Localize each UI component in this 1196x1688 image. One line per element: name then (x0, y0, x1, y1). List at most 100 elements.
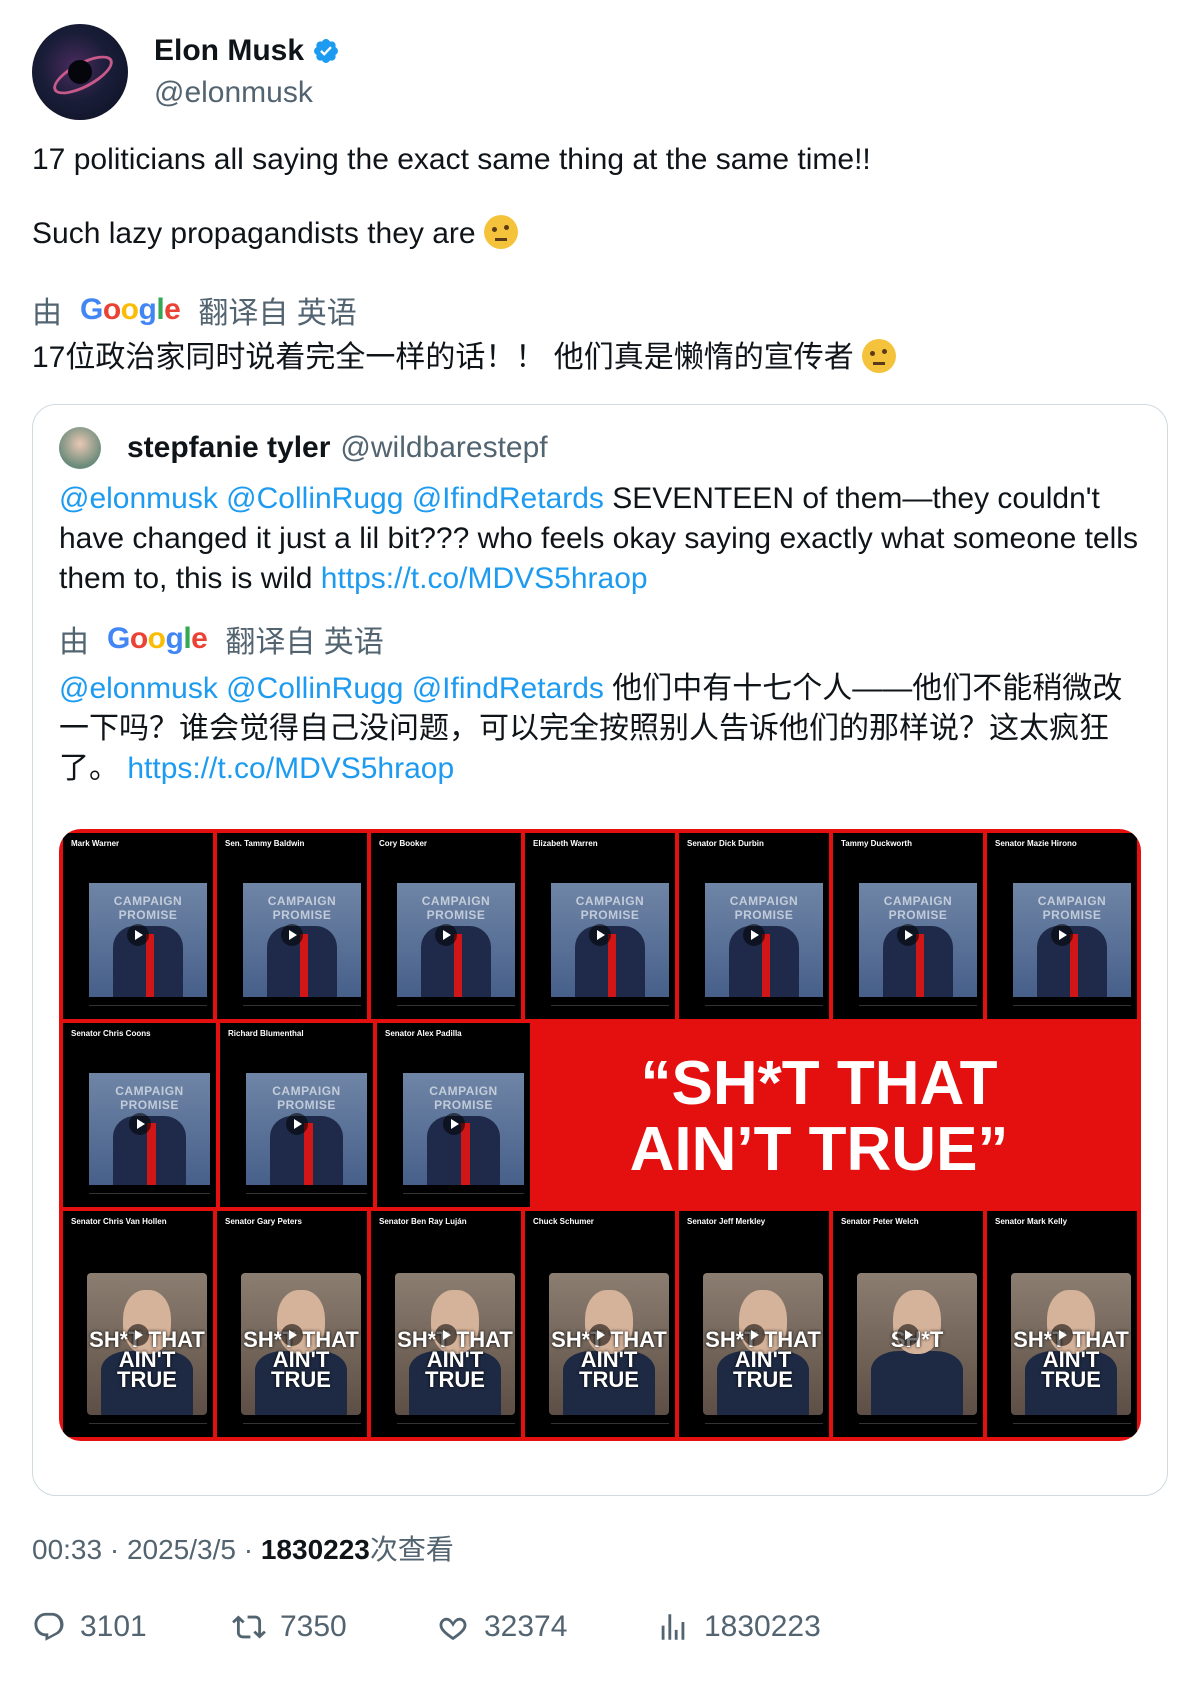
media-panel-photo: SH*T THAT AIN'T TRUE (549, 1273, 669, 1415)
translate-attribution: 由 Google 翻译自 英语 (32, 288, 357, 332)
media-panel: Tammy Duckworth CAMPAIGN PROMISE (833, 833, 983, 1019)
media-panel-photo: SH*T THAT AIN'T TRUE (395, 1273, 515, 1415)
quoted-handle: @wildbarestepf (340, 431, 548, 464)
author-handle[interactable]: @elonmusk (154, 76, 340, 110)
media-panel: Senator Dick Durbin CAMPAIGN PROMISE (679, 833, 829, 1019)
media-panel-actions (89, 1005, 207, 1014)
analytics-icon (661, 1614, 685, 1640)
media-headline-line-2: AIN’T TRUE” (629, 1115, 1009, 1184)
quoted-translation: @elonmusk @CollinRugg @IfindRetards 他们中有… (59, 669, 1149, 789)
media-panel-actions (403, 1193, 524, 1202)
media-panel-stamp: CAMPAIGN PROMISE (421, 894, 491, 923)
media-panel: Senator Jeff Merkley SH*T THAT AIN'T TRUE (679, 1211, 829, 1437)
view-count-action: 1830223 (704, 1610, 821, 1643)
translated-by-label: 由 (32, 297, 62, 330)
media-panel-photo: SH*T THAT AIN'T TRUE (87, 1273, 207, 1415)
media-panel-author: Senator Gary Peters (225, 1217, 302, 1226)
media-panel: Senator Peter Welch SH*T (833, 1211, 983, 1437)
reply-button[interactable]: 3101 (32, 1610, 147, 1644)
post-translation: 17位政治家同时说着完全一样的话！！ 他们真是懒惰的宣传者 (32, 338, 897, 378)
media-panel-author: Senator Chris Coons (71, 1029, 151, 1038)
post-time[interactable]: 00:33 (32, 1534, 102, 1565)
media-panel-author: Sen. Tammy Baldwin (225, 839, 305, 848)
media-panel: Senator Mark Kelly SH*T THAT AIN'T TRUE (987, 1211, 1137, 1437)
post-text: 17 politicians all saying the exact same… (32, 140, 1162, 254)
media-panel: Senator Gary Peters SH*T THAT AIN'T TRUE (217, 1211, 367, 1437)
repost-button[interactable]: 7350 (232, 1610, 347, 1644)
media-headline: “SH*T THAT AIN’T TRUE” (539, 1051, 1099, 1183)
quoted-post[interactable]: stepfanie tyler @wildbarestepf @elonmusk… (32, 404, 1168, 1496)
media-panel: Elizabeth Warren CAMPAIGN PROMISE (525, 833, 675, 1019)
media-panel-actions (246, 1193, 367, 1202)
quoted-mentions[interactable]: @elonmusk @CollinRugg @IfindRetards (59, 482, 604, 515)
media-panel-author: Senator Dick Durbin (687, 839, 764, 848)
media-panel: Chuck Schumer SH*T THAT AIN'T TRUE (525, 1211, 675, 1437)
media-panel-actions (705, 1423, 823, 1432)
media-panel-stamp: CAMPAIGN PROMISE (729, 894, 799, 923)
media-panel-photo: CAMPAIGN PROMISE (705, 883, 823, 997)
post-translation-text: 17位政治家同时说着完全一样的话！！ 他们真是懒惰的宣传者 (32, 341, 854, 374)
view-count-label: 次查看 (369, 1534, 454, 1565)
media-panel-actions (397, 1005, 515, 1014)
raised-eyebrow-emoji-icon (862, 339, 897, 373)
post-line-2-row: Such lazy propagandists they are (32, 214, 1162, 254)
media-panel-author: Senator Ben Ray Luján (379, 1217, 467, 1226)
media-panel-actions (89, 1423, 207, 1432)
media-panel-author: Senator Mark Kelly (995, 1217, 1068, 1226)
post-line-2: Such lazy propagandists they are (32, 217, 476, 250)
media-headline-line-1: “SH*T THAT (640, 1049, 998, 1118)
media-panel-author: Tammy Duckworth (841, 839, 912, 848)
post-date[interactable]: 2025/3/5 (127, 1534, 236, 1565)
translated-from-label: 翻译自 英语 (198, 297, 357, 330)
quoted-text: @elonmusk @CollinRugg @IfindRetards SEVE… (59, 479, 1149, 599)
media-panel-author: Senator Mazie Hirono (995, 839, 1077, 848)
views-button[interactable]: 1830223 (656, 1610, 821, 1644)
author-name[interactable]: Elon Musk (154, 34, 304, 68)
media-panel-actions (1013, 1005, 1131, 1014)
media-panel-author: Chuck Schumer (533, 1217, 594, 1226)
post-meta: 00:33 · 2025/3/5 · 1830223次查看 (32, 1528, 454, 1568)
media-panel-actions (243, 1005, 361, 1014)
quoted-translation-mentions[interactable]: @elonmusk @CollinRugg @IfindRetards (59, 672, 604, 705)
heart-icon (439, 1617, 467, 1641)
media-panel-photo: SH*T THAT AIN'T TRUE (703, 1273, 823, 1415)
like-button[interactable]: 32374 (436, 1610, 567, 1644)
media-panel-author: Senator Alex Padilla (385, 1029, 462, 1038)
post-author: Elon Musk @elonmusk (32, 24, 340, 120)
media-panel-actions (551, 1005, 669, 1014)
meta-separator: · (102, 1534, 127, 1565)
quoted-link[interactable]: https://t.co/MDVS5hraop (321, 562, 648, 595)
repost-count: 7350 (280, 1610, 347, 1643)
media-panel: Mark Warner CAMPAIGN PROMISE (63, 833, 213, 1019)
google-logo-icon: Google (80, 293, 181, 326)
media-panel-photo: CAMPAIGN PROMISE (397, 883, 515, 997)
media-panel-author: Richard Blumenthal (228, 1029, 304, 1038)
verified-badge-icon (314, 39, 338, 63)
media-panel-stamp: CAMPAIGN PROMISE (575, 894, 645, 923)
media-panel-author: Cory Booker (379, 839, 428, 848)
media-panel-photo: SH*T (857, 1273, 977, 1415)
media-panel-photo: CAMPAIGN PROMISE (551, 883, 669, 997)
reply-count: 3101 (80, 1610, 147, 1643)
quoted-name: stepfanie tyler (127, 431, 331, 464)
quoted-translation-link[interactable]: https://t.co/MDVS5hraop (127, 752, 454, 785)
media-panel-stamp: CAMPAIGN PROMISE (115, 1084, 184, 1113)
media-panel-actions (551, 1423, 669, 1432)
quoted-avatar (59, 427, 101, 469)
media-panel-author: Senator Chris Van Hollen (71, 1217, 167, 1226)
media-panel: Senator Ben Ray Luján SH*T THAT AIN'T TRU… (371, 1211, 521, 1437)
post-line-1: 17 politicians all saying the exact same… (32, 143, 871, 176)
media-panel-author: Elizabeth Warren (533, 839, 598, 848)
play-icon (442, 1113, 465, 1136)
media-panel-photo: CAMPAIGN PROMISE (89, 883, 207, 997)
play-icon (285, 1113, 308, 1136)
media-panel-actions (705, 1005, 823, 1014)
media-panel-stamp: CAMPAIGN PROMISE (883, 894, 953, 923)
quoted-media-image[interactable]: Mark Warner CAMPAIGN PROMISE Sen. Tammy Ba… (59, 829, 1141, 1441)
media-panel: Senator Mazie Hirono CAMPAIGN PROMISE (987, 833, 1137, 1019)
quoted-translate-attribution: 由 Google 翻译自 英语 (59, 617, 384, 661)
media-panel: Senator Chris Coons CAMPAIGN PROMISE (63, 1023, 216, 1207)
avatar[interactable] (32, 24, 128, 120)
media-panel-actions (89, 1193, 210, 1202)
quoted-translated-from-label: 翻译自 英语 (225, 626, 384, 659)
